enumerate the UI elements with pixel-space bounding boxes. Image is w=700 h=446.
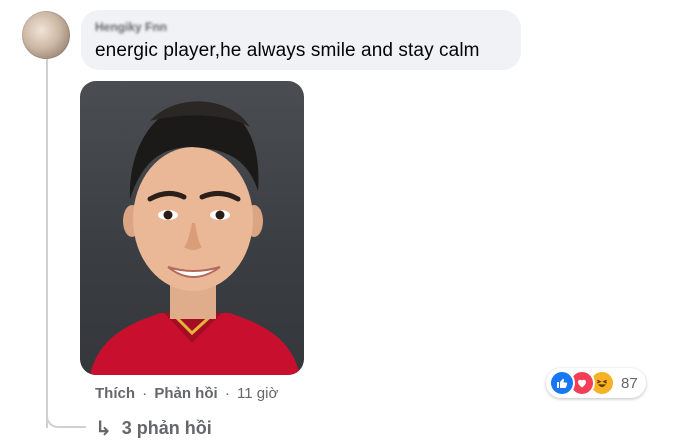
separator: · bbox=[224, 385, 230, 402]
replies-label: 3 phản hồi bbox=[121, 418, 212, 438]
avatar[interactable] bbox=[22, 11, 70, 59]
reply-arrow-icon: ↳ bbox=[95, 418, 112, 440]
timestamp[interactable]: 11 giờ bbox=[237, 385, 278, 402]
reply-button[interactable]: Phản hồi bbox=[154, 385, 217, 402]
reaction-summary[interactable]: 87 bbox=[546, 368, 646, 398]
like-icon bbox=[549, 370, 575, 396]
reaction-count: 87 bbox=[621, 374, 638, 392]
comment-bubble: Hengiky Fnn energic player,he always smi… bbox=[81, 10, 521, 70]
portrait-illustration bbox=[90, 101, 300, 375]
like-button[interactable]: Thích bbox=[95, 385, 135, 402]
comment-photo[interactable] bbox=[80, 81, 304, 375]
thread-line bbox=[46, 56, 48, 428]
comment-text: energic player,he always smile and stay … bbox=[95, 40, 480, 61]
thread-connector bbox=[46, 400, 86, 428]
author-name[interactable]: Hengiky Fnn bbox=[95, 20, 167, 34]
view-replies-link[interactable]: ↳ 3 phản hồi bbox=[95, 416, 212, 441]
comment-actions: Thích · Phản hồi · 11 giờ bbox=[95, 385, 278, 402]
separator: · bbox=[142, 385, 148, 402]
